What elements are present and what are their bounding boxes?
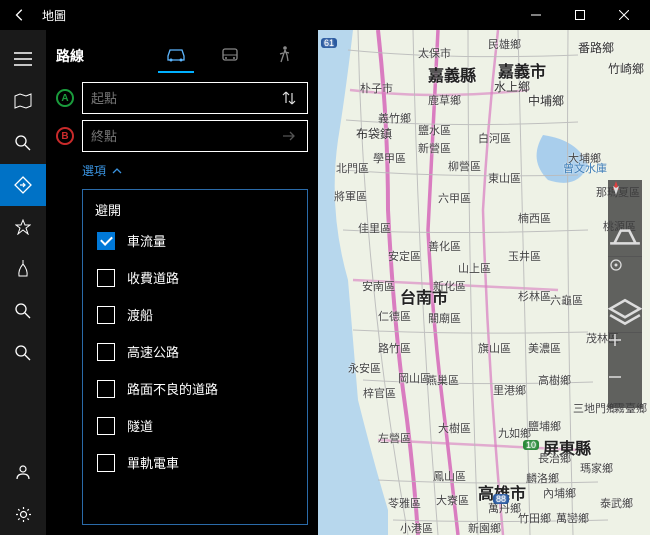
maximize-button[interactable] xyxy=(558,0,602,30)
favorites-icon[interactable] xyxy=(0,206,46,248)
avoid-option-label: 單軌電車 xyxy=(127,453,179,472)
back-button[interactable] xyxy=(4,0,36,30)
avoid-option[interactable]: 收費道路 xyxy=(95,268,295,287)
window-title: 地圖 xyxy=(36,7,514,24)
layers-icon[interactable] xyxy=(608,294,642,332)
zoom-in-icon[interactable] xyxy=(608,332,642,370)
chevron-up-icon xyxy=(112,168,122,174)
compass-icon[interactable] xyxy=(608,180,642,218)
locate-icon[interactable] xyxy=(608,256,642,294)
search-icon[interactable] xyxy=(0,122,46,164)
dest-input-wrap[interactable] xyxy=(82,120,308,152)
checkbox-icon[interactable] xyxy=(97,454,115,472)
mode-car[interactable] xyxy=(158,39,194,73)
avoid-options-box: 避開 車流量收費道路渡船高速公路路面不良的道路隧道單軌電車 xyxy=(82,189,308,525)
directions-icon[interactable] xyxy=(0,164,46,206)
panel-title: 路線 xyxy=(56,46,158,66)
checkbox-icon[interactable] xyxy=(97,380,115,398)
avoid-option[interactable]: 隧道 xyxy=(95,416,295,435)
search-icon-3[interactable] xyxy=(0,332,46,374)
avoid-title: 避開 xyxy=(95,200,295,219)
dest-marker-b: B xyxy=(56,127,74,145)
avoid-option-label: 路面不良的道路 xyxy=(127,379,218,398)
checkbox-icon[interactable] xyxy=(97,417,115,435)
avoid-option-label: 車流量 xyxy=(127,231,166,250)
map-canvas[interactable]: 嘉義市嘉義縣台南市高雄市屏東縣水上鄉番路鄉中埔鄉竹崎鄉鹿草鄉義竹鄉朴子市太保市民… xyxy=(318,30,650,535)
options-label: 選項 xyxy=(82,162,106,179)
minimize-button[interactable] xyxy=(514,0,558,30)
origin-input[interactable] xyxy=(91,91,279,106)
mode-walk[interactable] xyxy=(266,39,302,73)
origin-marker-a: A xyxy=(56,89,74,107)
avoid-option-label: 收費道路 xyxy=(127,268,179,287)
avoid-option[interactable]: 路面不良的道路 xyxy=(95,379,295,398)
titlebar: 地圖 xyxy=(0,0,650,30)
dest-input[interactable] xyxy=(91,129,279,144)
swap-icon[interactable] xyxy=(279,90,299,106)
map-icon[interactable] xyxy=(0,80,46,122)
checkbox-icon[interactable] xyxy=(97,232,115,250)
options-toggle[interactable]: 選項 xyxy=(82,162,308,179)
checkbox-icon[interactable] xyxy=(97,343,115,361)
avoid-option-label: 渡船 xyxy=(127,305,153,324)
mode-transit[interactable] xyxy=(212,39,248,73)
search-icon-2[interactable] xyxy=(0,290,46,332)
avoid-option-label: 高速公路 xyxy=(127,342,179,361)
origin-input-wrap[interactable] xyxy=(82,82,308,114)
checkbox-icon[interactable] xyxy=(97,269,115,287)
avoid-option[interactable]: 高速公路 xyxy=(95,342,295,361)
go-arrow-icon[interactable] xyxy=(279,130,299,142)
sidebar-rail xyxy=(0,30,46,535)
avoid-option-label: 隧道 xyxy=(127,416,153,435)
settings-icon[interactable] xyxy=(0,493,46,535)
hamburger-icon[interactable] xyxy=(0,38,46,80)
map-tools xyxy=(608,180,642,408)
tilt-icon[interactable] xyxy=(608,218,642,256)
avoid-option[interactable]: 渡船 xyxy=(95,305,295,324)
directions-panel: 路線 A B 選項 避開 車流 xyxy=(46,30,318,535)
close-button[interactable] xyxy=(602,0,646,30)
avoid-option[interactable]: 單軌電車 xyxy=(95,453,295,472)
account-icon[interactable] xyxy=(0,451,46,493)
zoom-out-icon[interactable] xyxy=(608,370,642,408)
checkbox-icon[interactable] xyxy=(97,306,115,324)
avoid-option[interactable]: 車流量 xyxy=(95,231,295,250)
explore-icon[interactable] xyxy=(0,248,46,290)
